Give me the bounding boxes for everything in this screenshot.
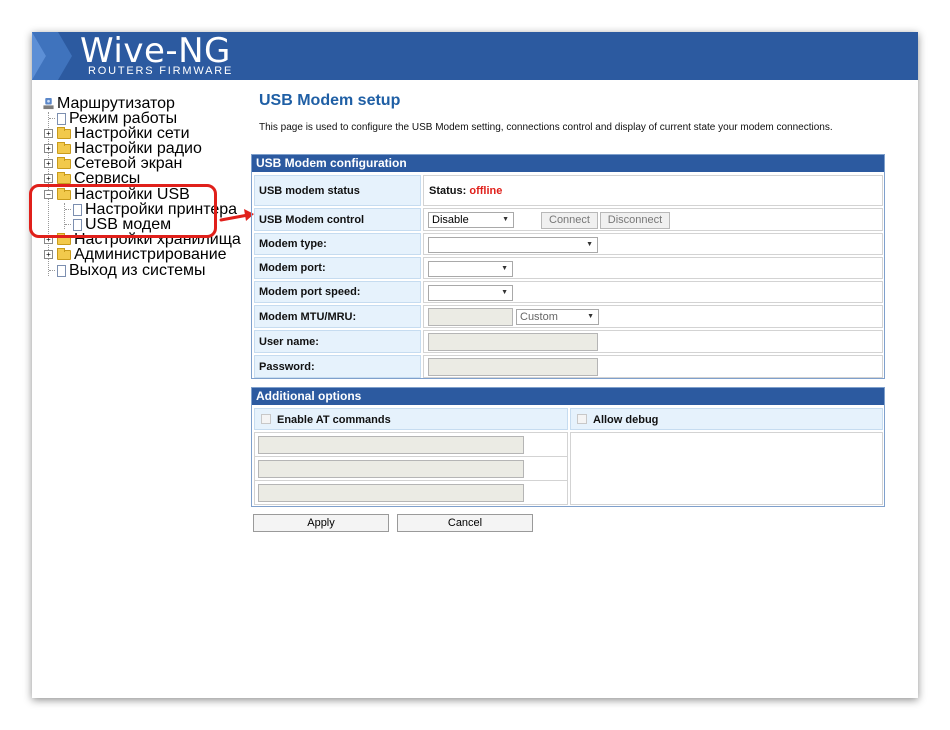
page-description: This page is used to configure the USB M… bbox=[259, 122, 833, 133]
section-heading: USB Modem configuration bbox=[252, 155, 884, 172]
modem-port-select[interactable]: ▼ bbox=[428, 261, 513, 277]
dropdown-arrow-icon: ▼ bbox=[502, 216, 509, 223]
router-icon bbox=[43, 97, 54, 109]
folder-icon bbox=[57, 247, 71, 260]
row-password: Password: bbox=[254, 355, 883, 378]
dropdown-arrow-icon: ▼ bbox=[501, 265, 508, 272]
modem-control-value: Disable bbox=[432, 214, 469, 226]
at-command-input-2[interactable] bbox=[258, 460, 524, 478]
modem-port-label: Modem port: bbox=[254, 257, 421, 279]
username-label: User name: bbox=[254, 330, 421, 353]
expand-plus-icon[interactable]: + bbox=[44, 159, 53, 168]
section-heading: Additional options bbox=[252, 388, 884, 405]
row-port-speed: Modem port speed: ▼ bbox=[254, 281, 883, 303]
row-mtu: Modem MTU/MRU: Custom ▼ bbox=[254, 305, 883, 328]
disconnect-button[interactable]: Disconnect bbox=[600, 212, 670, 229]
modem-status-label: USB modem status bbox=[254, 175, 421, 206]
password-label: Password: bbox=[254, 355, 421, 378]
tree-item-admin[interactable]: + Администрирование bbox=[44, 246, 227, 263]
row-modem-port: Modem port: ▼ bbox=[254, 257, 883, 279]
expand-plus-icon[interactable]: + bbox=[44, 174, 53, 183]
folder-icon bbox=[57, 171, 71, 184]
brand-tagline: ROUTERS FIRMWARE bbox=[88, 65, 234, 77]
mtu-input[interactable] bbox=[428, 308, 513, 326]
page-title: USB Modem setup bbox=[259, 92, 401, 109]
row-modem-control: USB Modem control Disable ▼ Connect Disc… bbox=[254, 208, 883, 231]
port-speed-select[interactable]: ▼ bbox=[428, 285, 513, 301]
folder-icon bbox=[57, 126, 71, 139]
at-commands-panel bbox=[254, 432, 568, 505]
page-icon bbox=[57, 264, 66, 277]
tree-item-label: Выход из системы bbox=[69, 261, 206, 279]
at-commands-checkbox[interactable] bbox=[261, 414, 271, 424]
page-icon bbox=[57, 112, 66, 125]
status-badge: offline bbox=[469, 185, 503, 197]
allow-debug-toggle[interactable]: Allow debug bbox=[570, 408, 883, 430]
at-command-input-1[interactable] bbox=[258, 436, 524, 454]
modem-control-label: USB Modem control bbox=[254, 208, 421, 231]
row-username: User name: bbox=[254, 330, 883, 353]
apply-button[interactable]: Apply bbox=[253, 514, 389, 532]
debug-panel bbox=[570, 432, 883, 505]
row-modem-status: USB modem status Status: offline bbox=[254, 175, 883, 206]
highlight-box bbox=[29, 184, 217, 238]
debug-checkbox[interactable] bbox=[577, 414, 587, 424]
username-input[interactable] bbox=[428, 333, 598, 351]
port-speed-label: Modem port speed: bbox=[254, 281, 421, 303]
tree-item-logout[interactable]: Выход из системы bbox=[49, 261, 206, 279]
dropdown-arrow-icon: ▼ bbox=[586, 241, 593, 248]
expand-plus-icon[interactable]: + bbox=[44, 144, 53, 153]
status-prefix: Status: bbox=[429, 185, 467, 197]
usb-modem-config-section: USB Modem configuration USB modem status… bbox=[251, 154, 885, 379]
header-banner: Wive-NG ROUTERS FIRMWARE bbox=[32, 31, 918, 80]
at-command-input-3[interactable] bbox=[258, 484, 524, 502]
folder-icon bbox=[57, 141, 71, 154]
logo-arrow-icon bbox=[32, 32, 72, 80]
modem-type-select[interactable]: ▼ bbox=[428, 237, 598, 253]
at-commands-label: Enable AT commands bbox=[277, 414, 391, 426]
mtu-mode-select[interactable]: Custom ▼ bbox=[516, 309, 599, 325]
expand-plus-icon[interactable]: + bbox=[44, 129, 53, 138]
expand-plus-icon[interactable]: + bbox=[44, 250, 53, 259]
password-input[interactable] bbox=[428, 358, 598, 376]
modem-type-label: Modem type: bbox=[254, 233, 421, 255]
mtu-label: Modem MTU/MRU: bbox=[254, 305, 421, 328]
dropdown-arrow-icon: ▼ bbox=[587, 313, 594, 320]
enable-at-commands-toggle[interactable]: Enable AT commands bbox=[254, 408, 568, 430]
connect-button[interactable]: Connect bbox=[541, 212, 598, 229]
cancel-button[interactable]: Cancel bbox=[397, 514, 533, 532]
debug-label: Allow debug bbox=[593, 414, 659, 426]
additional-options-section: Additional options Enable AT commands Al… bbox=[251, 387, 885, 507]
row-modem-type: Modem type: ▼ bbox=[254, 233, 883, 255]
modem-control-select[interactable]: Disable ▼ bbox=[428, 212, 514, 228]
dropdown-arrow-icon: ▼ bbox=[501, 289, 508, 296]
folder-icon bbox=[57, 156, 71, 169]
